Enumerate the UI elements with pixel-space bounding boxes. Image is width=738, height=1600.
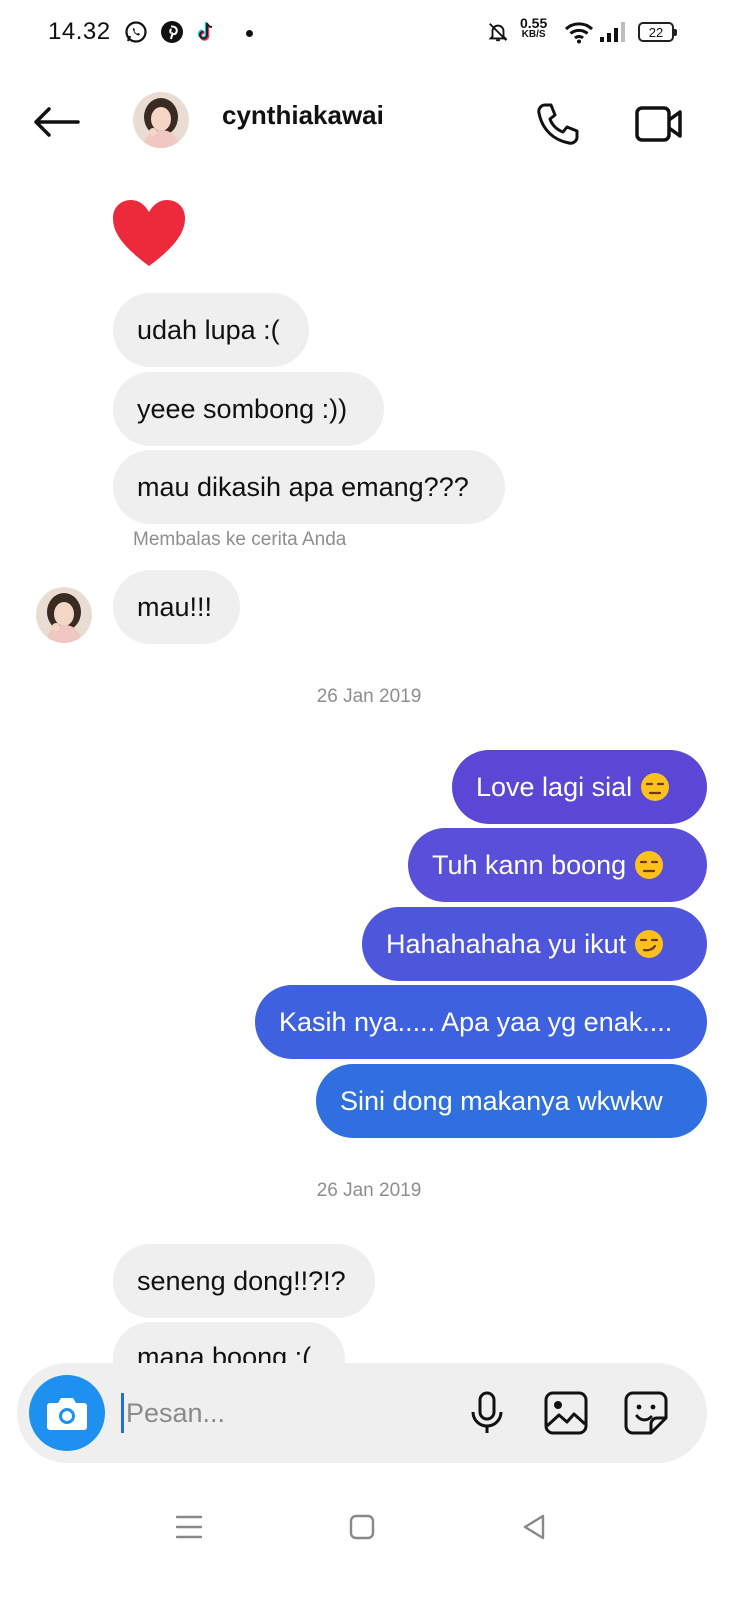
message-text: Hahahahaha yu ikut bbox=[386, 928, 627, 959]
unamused-face-icon bbox=[635, 851, 664, 879]
recent-apps-button[interactable] bbox=[164, 1502, 214, 1552]
status-bar: 14.32 0.55 KB/S 22 bbox=[0, 0, 738, 66]
message-text: Love lagi sial bbox=[476, 771, 633, 802]
signal-icon bbox=[598, 20, 628, 44]
home-button[interactable] bbox=[337, 1502, 387, 1552]
system-navigation-bar bbox=[0, 1480, 738, 1600]
whatsapp-icon bbox=[124, 20, 148, 44]
image-icon bbox=[544, 1391, 588, 1435]
video-camera-icon bbox=[635, 106, 682, 142]
status-time: 14.32 bbox=[48, 18, 111, 45]
camera-icon bbox=[47, 1398, 87, 1430]
message-incoming[interactable]: mau!!! bbox=[113, 570, 240, 644]
square-icon bbox=[349, 1514, 375, 1540]
network-speed: 0.55 KB/S bbox=[520, 16, 547, 41]
chat-header: cynthiakawai bbox=[0, 80, 738, 164]
battery-level: 22 bbox=[648, 24, 664, 40]
message-text: Sini dong makanya wkwkw bbox=[340, 1085, 663, 1116]
bell-muted-icon bbox=[486, 20, 510, 44]
smirking-face-icon bbox=[635, 930, 664, 958]
avatar[interactable] bbox=[133, 92, 189, 148]
video-call-button[interactable] bbox=[630, 96, 688, 152]
voice-call-button[interactable] bbox=[530, 96, 586, 152]
message-input[interactable] bbox=[121, 1393, 441, 1433]
message-composer bbox=[17, 1363, 707, 1463]
message-text: Kasih nya..... Apa yaa yg enak.... bbox=[279, 1006, 673, 1037]
message-incoming[interactable]: yeee sombong :)) bbox=[113, 372, 384, 446]
message-incoming[interactable]: mana boong :( bbox=[113, 1322, 345, 1363]
message-text: mana boong :( bbox=[137, 1342, 312, 1363]
camera-button[interactable] bbox=[29, 1375, 105, 1451]
arrow-left-icon bbox=[34, 107, 80, 137]
menu-icon bbox=[175, 1515, 203, 1539]
message-outgoing[interactable]: Tuh kann boong bbox=[408, 828, 707, 902]
tiktok-icon bbox=[195, 20, 219, 44]
system-back-button[interactable] bbox=[509, 1502, 559, 1552]
message-text: mau dikasih apa emang??? bbox=[137, 471, 469, 502]
microphone-icon bbox=[471, 1391, 503, 1433]
sticker-icon bbox=[624, 1391, 668, 1435]
pinterest-icon bbox=[160, 20, 184, 44]
battery-indicator: 22 bbox=[638, 22, 677, 42]
date-separator: 26 Jan 2019 bbox=[316, 686, 422, 707]
message-incoming[interactable]: seneng dong!!?!? bbox=[113, 1244, 375, 1318]
voice-message-button[interactable] bbox=[459, 1385, 515, 1441]
message-text: mau!!! bbox=[137, 591, 213, 622]
message-outgoing[interactable]: Hahahahaha yu ikut bbox=[362, 907, 707, 981]
sender-avatar[interactable] bbox=[36, 587, 92, 643]
chat-username[interactable]: cynthiakawai bbox=[222, 100, 384, 131]
profile-photo-icon bbox=[36, 587, 92, 643]
message-outgoing[interactable]: Sini dong makanya wkwkw bbox=[316, 1064, 707, 1138]
unamused-face-icon bbox=[641, 773, 670, 801]
message-text: udah lupa :( bbox=[137, 314, 280, 345]
triangle-back-icon bbox=[523, 1514, 545, 1540]
heart-reaction-icon bbox=[113, 200, 185, 266]
date-separator: 26 Jan 2019 bbox=[316, 1180, 422, 1201]
message-text: Tuh kann boong bbox=[432, 849, 627, 880]
wifi-icon bbox=[564, 20, 594, 44]
network-speed-unit: KB/S bbox=[521, 29, 546, 40]
message-incoming[interactable]: mau dikasih apa emang??? bbox=[113, 450, 505, 524]
sticker-button[interactable] bbox=[618, 1385, 674, 1441]
message-outgoing[interactable]: Kasih nya..... Apa yaa yg enak.... bbox=[255, 985, 707, 1059]
phone-icon bbox=[537, 103, 579, 145]
gallery-button[interactable] bbox=[538, 1385, 594, 1441]
message-incoming[interactable]: udah lupa :( bbox=[113, 293, 309, 367]
message-outgoing[interactable]: Love lagi sial bbox=[452, 750, 707, 824]
message-text: yeee sombong :)) bbox=[137, 393, 348, 424]
story-reply-note: Membalas ke cerita Anda bbox=[133, 529, 347, 550]
profile-photo-icon bbox=[133, 92, 189, 148]
notification-dot bbox=[246, 30, 253, 37]
message-text: seneng dong!!?!? bbox=[137, 1265, 346, 1296]
back-button[interactable] bbox=[30, 100, 82, 144]
